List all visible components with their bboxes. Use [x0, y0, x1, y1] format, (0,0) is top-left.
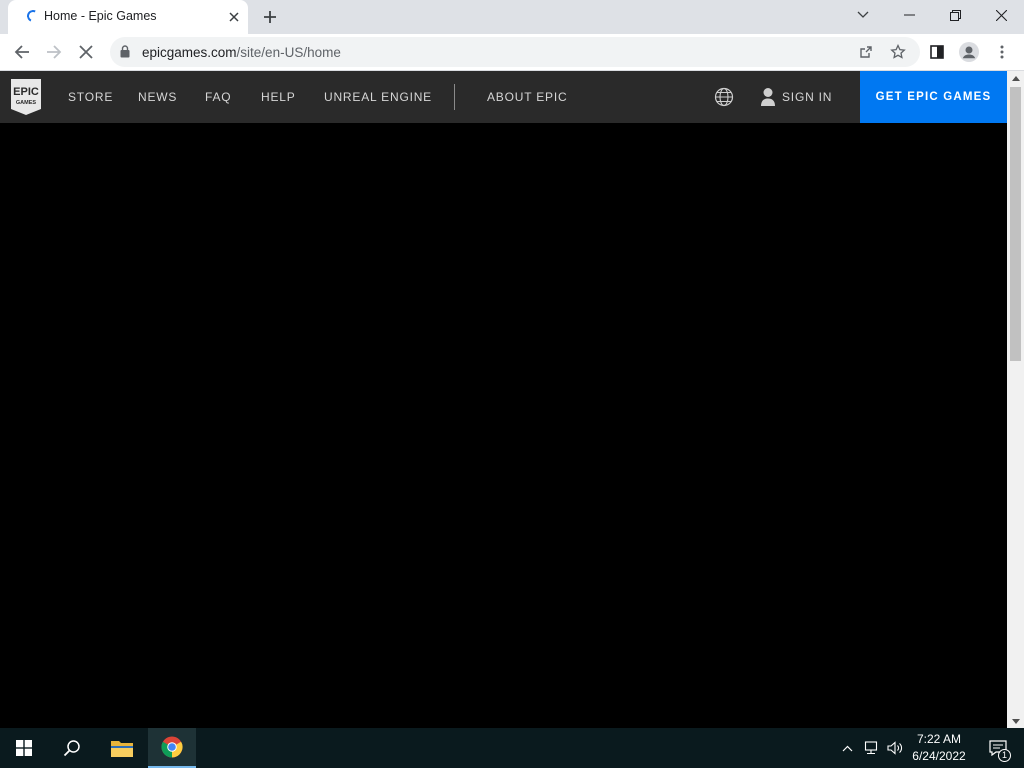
kebab-icon[interactable]	[988, 38, 1016, 66]
nav-divider	[454, 84, 455, 110]
close-icon[interactable]	[978, 0, 1024, 30]
nav-about-epic[interactable]: ABOUT EPIC	[487, 90, 567, 104]
plus-icon[interactable]	[258, 5, 282, 29]
profile-icon[interactable]	[955, 38, 983, 66]
epic-games-logo[interactable]: EPIC GAMES	[11, 79, 41, 115]
forward-icon[interactable]	[40, 38, 68, 66]
nav-news[interactable]: NEWS	[138, 90, 177, 104]
minimize-icon[interactable]	[886, 0, 932, 30]
nav-unreal-engine[interactable]: UNREAL ENGINE	[324, 90, 432, 104]
nav-faq[interactable]: FAQ	[205, 90, 231, 104]
spinner-icon	[25, 8, 41, 24]
network-icon[interactable]	[861, 728, 881, 768]
get-epic-games-label: GET EPIC GAMES	[875, 91, 992, 103]
globe-icon[interactable]	[714, 87, 734, 107]
site-nav: EPIC GAMES STORE NEWS FAQ HELP UNREAL EN…	[0, 71, 1007, 123]
chrome-icon[interactable]	[148, 728, 196, 768]
url-host: epicgames.com	[142, 45, 237, 60]
page-content	[0, 123, 1007, 728]
tab-title: Home - Epic Games	[44, 9, 157, 23]
star-icon[interactable]	[886, 40, 910, 64]
clock-time: 7:22 AM	[916, 732, 962, 746]
url-path: /site/en-US/home	[236, 45, 341, 60]
file-explorer-icon[interactable]	[98, 728, 146, 768]
tab-strip: Home - Epic Games	[0, 0, 1024, 34]
stop-icon[interactable]	[72, 38, 100, 66]
windows-start-icon[interactable]	[0, 728, 48, 768]
scroll-up-icon[interactable]	[1007, 71, 1024, 85]
browser-tab[interactable]: Home - Epic Games	[8, 0, 248, 34]
notification-count: 1	[998, 749, 1011, 762]
volume-icon[interactable]	[884, 728, 906, 768]
chevron-down-icon[interactable]	[840, 0, 886, 30]
sign-in-link[interactable]: SIGN IN	[760, 87, 832, 107]
notification-icon[interactable]: 1	[978, 728, 1018, 768]
address-bar[interactable]: epicgames.com/site/en-US/home	[110, 37, 920, 67]
svg-text:GAMES: GAMES	[16, 100, 37, 106]
scrollbar-thumb[interactable]	[1010, 87, 1021, 361]
caret-up-icon[interactable]	[838, 728, 856, 768]
restore-icon[interactable]	[932, 0, 978, 30]
browser-toolbar: epicgames.com/site/en-US/home	[0, 34, 1024, 71]
share-icon[interactable]	[854, 40, 878, 64]
close-icon[interactable]	[224, 7, 244, 27]
url-text: epicgames.com/site/en-US/home	[142, 45, 341, 60]
svg-text:EPIC: EPIC	[13, 86, 39, 98]
sign-in-label: SIGN IN	[782, 90, 833, 104]
user-icon	[761, 88, 775, 106]
sidepanel-icon[interactable]	[923, 38, 951, 66]
taskbar-clock[interactable]: 7:22 AM 6/24/2022	[906, 731, 972, 765]
clock-date: 6/24/2022	[912, 749, 966, 763]
nav-store[interactable]: STORE	[68, 90, 113, 104]
search-icon[interactable]	[48, 728, 96, 768]
windows-taskbar: 7:22 AM 6/24/2022 1	[0, 728, 1024, 768]
lock-icon[interactable]	[120, 45, 130, 63]
nav-help[interactable]: HELP	[261, 90, 296, 104]
scroll-down-icon[interactable]	[1007, 714, 1024, 728]
back-icon[interactable]	[8, 38, 36, 66]
get-epic-games-button[interactable]: GET EPIC GAMES	[860, 71, 1007, 123]
page-scrollbar[interactable]	[1007, 71, 1024, 728]
